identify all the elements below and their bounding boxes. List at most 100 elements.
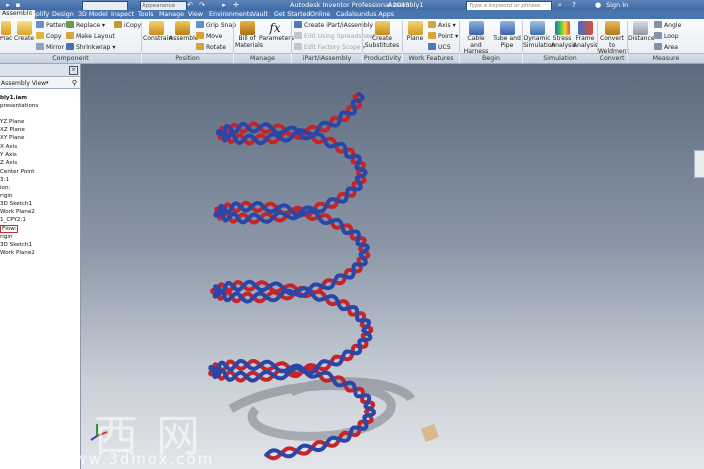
mirror-button[interactable]: Mirror [36, 43, 64, 52]
tab-manage[interactable]: Manage [157, 11, 186, 19]
distance-button[interactable]: Distance [628, 21, 655, 53]
title-bar: ▸ ▪ Appearance ↶ ↷ ▸ ✛ Autodesk Inventor… [0, 0, 704, 11]
tree-item-y-axis[interactable]: Y Axis [0, 152, 17, 158]
copy-icon [36, 32, 44, 39]
create-component-button[interactable]: Create [13, 21, 35, 53]
tree-item-assembly[interactable]: bly1.iam [0, 95, 27, 101]
parameters-icon: fx [269, 21, 281, 35]
tab-online[interactable]: Online [308, 11, 332, 19]
bill-of-materials-button[interactable]: Bill of Materials [235, 21, 263, 53]
icopy-label: iCopy [124, 22, 142, 29]
frame-analysis-button[interactable]: Frame Analysis [573, 21, 599, 53]
viewcube-icon[interactable] [694, 150, 704, 178]
parameters-button[interactable]: fx Parameters [259, 21, 294, 53]
tree-item-work-plane[interactable]: Work Plane2 [0, 209, 35, 215]
plane-button[interactable]: Plane [404, 21, 426, 53]
tab-get-started[interactable]: Get Started [272, 11, 312, 19]
convert-to-weldment-button[interactable]: Convert to Weldment [598, 21, 629, 55]
copy-button[interactable]: Copy [36, 32, 61, 41]
tab-view[interactable]: View [186, 11, 205, 19]
sign-in-link[interactable]: Sign In [606, 1, 628, 9]
rope-end-cap [421, 424, 439, 442]
panel-separator [402, 21, 403, 53]
tree-item-work-plane-2[interactable]: Work Plane2 [0, 250, 35, 256]
tree-item-3d-sketch[interactable]: 3D Sketch1 [0, 201, 32, 207]
axis-icon [428, 21, 436, 28]
pattern-button[interactable]: Pattern [36, 21, 68, 30]
tree-item-yz-plane[interactable]: YZ Plane [0, 119, 24, 125]
stress-analysis-button[interactable]: Stress Analysis [551, 21, 576, 53]
tree-item-xz-plane[interactable]: XZ Plane [0, 127, 25, 133]
rotate-button[interactable]: Rotate [196, 43, 226, 52]
edit-factory-scope-button[interactable]: Edit Factory Scope ▾ [294, 43, 366, 52]
binoculars-icon[interactable]: ⚲ [72, 79, 77, 87]
grip-snap-button[interactable]: Grip Snap [196, 21, 236, 30]
area-button[interactable]: Area [654, 43, 678, 52]
shrinkwrap-button[interactable]: Shrinkwrap ▾ [66, 43, 115, 52]
select-icon[interactable]: ▸ [220, 1, 228, 9]
browser-header: × [0, 64, 80, 77]
tab-design[interactable]: Design [50, 11, 76, 19]
ucs-button[interactable]: UCS [428, 43, 451, 52]
tree-item-xy-plane[interactable]: XY Plane [0, 135, 24, 141]
move-label: Move [206, 33, 223, 40]
plane-icon [407, 21, 423, 35]
search-icon[interactable]: ⌕ [556, 1, 564, 9]
undo-icon[interactable]: ↶ [186, 1, 194, 9]
move-icon[interactable]: ✛ [232, 1, 240, 9]
tab-tools[interactable]: Tools [136, 11, 156, 19]
browser-view-selector[interactable]: Assembly View ▾ ⚲ [0, 78, 80, 89]
tree-item-part-copy[interactable]: 1_CPY2:1 [0, 217, 26, 223]
save-icon[interactable]: ▪ [14, 1, 22, 9]
tree-item-x-axis[interactable]: X Axis [0, 144, 17, 150]
cable-harness-button[interactable]: Cable and Harness [461, 21, 491, 55]
tree-item-origin-2[interactable]: rigin [0, 234, 13, 240]
panel-separator [291, 21, 292, 53]
tab-3d-model[interactable]: 3D Model [76, 11, 110, 19]
tree-item-flow[interactable]: Flow: [0, 225, 19, 233]
tree-item-representations[interactable]: presentations [0, 103, 38, 109]
tree-item-relationships[interactable]: ion: [0, 185, 10, 191]
rotate-icon [196, 43, 204, 50]
close-icon[interactable]: × [69, 66, 78, 75]
create-substitutes-button[interactable]: Create Substitutes [364, 21, 400, 53]
make-layout-button[interactable]: Make Layout [66, 32, 115, 41]
help-icon[interactable]: ? [570, 1, 578, 9]
plane-label: Plane [406, 35, 424, 42]
axis-button[interactable]: Axis ▾ [428, 21, 456, 30]
assemble-button[interactable]: Assemble [169, 21, 199, 53]
tab-vault[interactable]: Vault [250, 11, 270, 19]
tab-cadalsundus-apps[interactable]: Cadalsundus Apps [334, 11, 396, 19]
tube-pipe-button[interactable]: Tube and Pipe [492, 21, 522, 53]
replace-button[interactable]: Replace ▾ [66, 21, 105, 30]
parameters-label: Parameters [259, 35, 294, 42]
tube-pipe-label: Tube and Pipe [493, 35, 521, 49]
place-button[interactable]: Place [0, 21, 12, 53]
move-button[interactable]: Move [196, 32, 222, 41]
point-button[interactable]: Point ▾ [428, 32, 458, 41]
area-label: Area [664, 44, 679, 51]
angle-button[interactable]: Angle [654, 21, 681, 30]
grip-snap-icon [196, 21, 204, 28]
app-menu-icon[interactable]: ▸ [4, 1, 12, 9]
place-icon [1, 21, 11, 35]
icopy-button[interactable]: iCopy [114, 21, 141, 30]
tree-item-origin[interactable]: rigin [0, 193, 13, 199]
user-icon[interactable]: ● [594, 1, 602, 9]
loop-button[interactable]: Loop [654, 32, 679, 41]
weldment-icon [604, 21, 620, 35]
tab-simplify[interactable]: Simplify [22, 11, 51, 19]
model-shadow [228, 377, 415, 441]
tab-inspect[interactable]: Inspect [109, 11, 136, 19]
tree-item-3d-sketch-2[interactable]: 3D Sketch1 [0, 242, 32, 248]
frame-analysis-label: Frame Analysis [573, 35, 599, 49]
tree-item-z-axis[interactable]: Z Axis [0, 160, 17, 166]
dynamic-simulation-button[interactable]: Dynamic Simulation [523, 21, 555, 53]
constrain-button[interactable]: Constrain [143, 21, 172, 53]
tree-item-center-point[interactable]: Center Point [0, 169, 35, 175]
redo-icon[interactable]: ↷ [198, 1, 206, 9]
frame-analysis-icon [577, 21, 593, 35]
tab-environments[interactable]: Environments [207, 11, 255, 19]
convert-panel-label: Convert [597, 53, 627, 63]
tree-item-part[interactable]: 3:1 [0, 177, 9, 183]
